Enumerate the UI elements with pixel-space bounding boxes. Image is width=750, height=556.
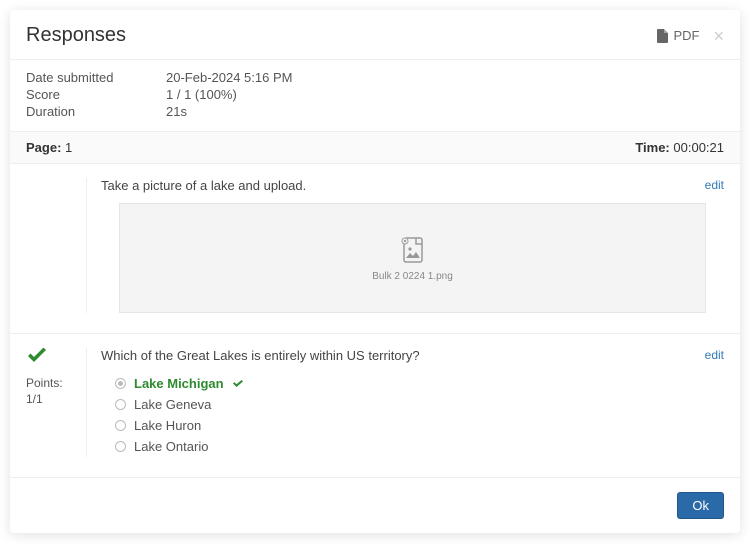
page-title: Responses <box>26 24 657 47</box>
question-2-sidebar: Points: 1/1 <box>26 348 86 457</box>
option-label: Lake Huron <box>134 418 201 433</box>
panel-header: Responses PDF × <box>10 10 740 60</box>
close-icon[interactable]: × <box>713 27 724 45</box>
question-2-body: edit Which of the Great Lakes is entirel… <box>86 348 724 457</box>
option-lake-ontario[interactable]: Lake Ontario <box>101 436 724 457</box>
points-label: Points: <box>26 376 63 390</box>
footer: Ok <box>10 478 740 519</box>
file-icon <box>657 29 669 43</box>
page-label: Page: <box>26 140 61 155</box>
page-number: 1 <box>65 140 72 155</box>
edit-link-q2[interactable]: edit <box>705 348 724 362</box>
question-1-body: edit Take a picture of a lake and upload… <box>86 178 724 313</box>
option-label: Lake Michigan <box>134 376 224 391</box>
upload-filename: Bulk 2 0224 1.png <box>372 271 453 282</box>
meta-value-duration: 21s <box>166 104 187 119</box>
meta-label-date: Date submitted <box>26 70 166 85</box>
broken-image-icon <box>398 235 428 265</box>
ok-button[interactable]: Ok <box>677 492 724 519</box>
meta-block: Date submitted 20-Feb-2024 5:16 PM Score… <box>10 60 740 132</box>
meta-row-score: Score 1 / 1 (100%) <box>26 87 724 102</box>
pdf-button[interactable]: PDF <box>657 28 699 43</box>
meta-label-duration: Duration <box>26 104 166 119</box>
question-1-sidebar <box>26 178 86 313</box>
option-lake-geneva[interactable]: Lake Geneva <box>101 394 724 415</box>
meta-value-score: 1 / 1 (100%) <box>166 87 237 102</box>
meta-row-date: Date submitted 20-Feb-2024 5:16 PM <box>26 70 724 85</box>
time-label: Time: <box>635 140 669 155</box>
pdf-label: PDF <box>673 28 699 43</box>
option-lake-michigan[interactable]: Lake Michigan <box>101 373 724 394</box>
meta-label-score: Score <box>26 87 166 102</box>
question-1-text: Take a picture of a lake and upload. <box>101 178 724 193</box>
correct-check-icon <box>26 348 48 366</box>
question-1: edit Take a picture of a lake and upload… <box>10 164 740 334</box>
edit-link-q1[interactable]: edit <box>705 178 724 192</box>
time-value: 00:00:21 <box>673 140 724 155</box>
radio-icon <box>115 378 126 389</box>
check-icon <box>232 379 244 389</box>
question-2-text: Which of the Great Lakes is entirely wit… <box>101 348 724 363</box>
meta-value-date: 20-Feb-2024 5:16 PM <box>166 70 292 85</box>
points-block: Points: 1/1 <box>26 376 86 407</box>
option-label: Lake Ontario <box>134 439 208 454</box>
points-value: 1/1 <box>26 392 43 406</box>
option-lake-huron[interactable]: Lake Huron <box>101 415 724 436</box>
upload-preview: Bulk 2 0224 1.png <box>119 203 706 313</box>
meta-row-duration: Duration 21s <box>26 104 724 119</box>
responses-panel: Responses PDF × Date submitted 20-Feb-20… <box>10 10 740 533</box>
radio-icon <box>115 399 126 410</box>
question-2: Points: 1/1 edit Which of the Great Lake… <box>10 334 740 478</box>
page-bar: Page: 1 Time: 00:00:21 <box>10 132 740 164</box>
option-label: Lake Geneva <box>134 397 211 412</box>
page-bar-left: Page: 1 <box>26 140 635 155</box>
radio-icon <box>115 420 126 431</box>
radio-icon <box>115 441 126 452</box>
page-bar-right: Time: 00:00:21 <box>635 140 724 155</box>
